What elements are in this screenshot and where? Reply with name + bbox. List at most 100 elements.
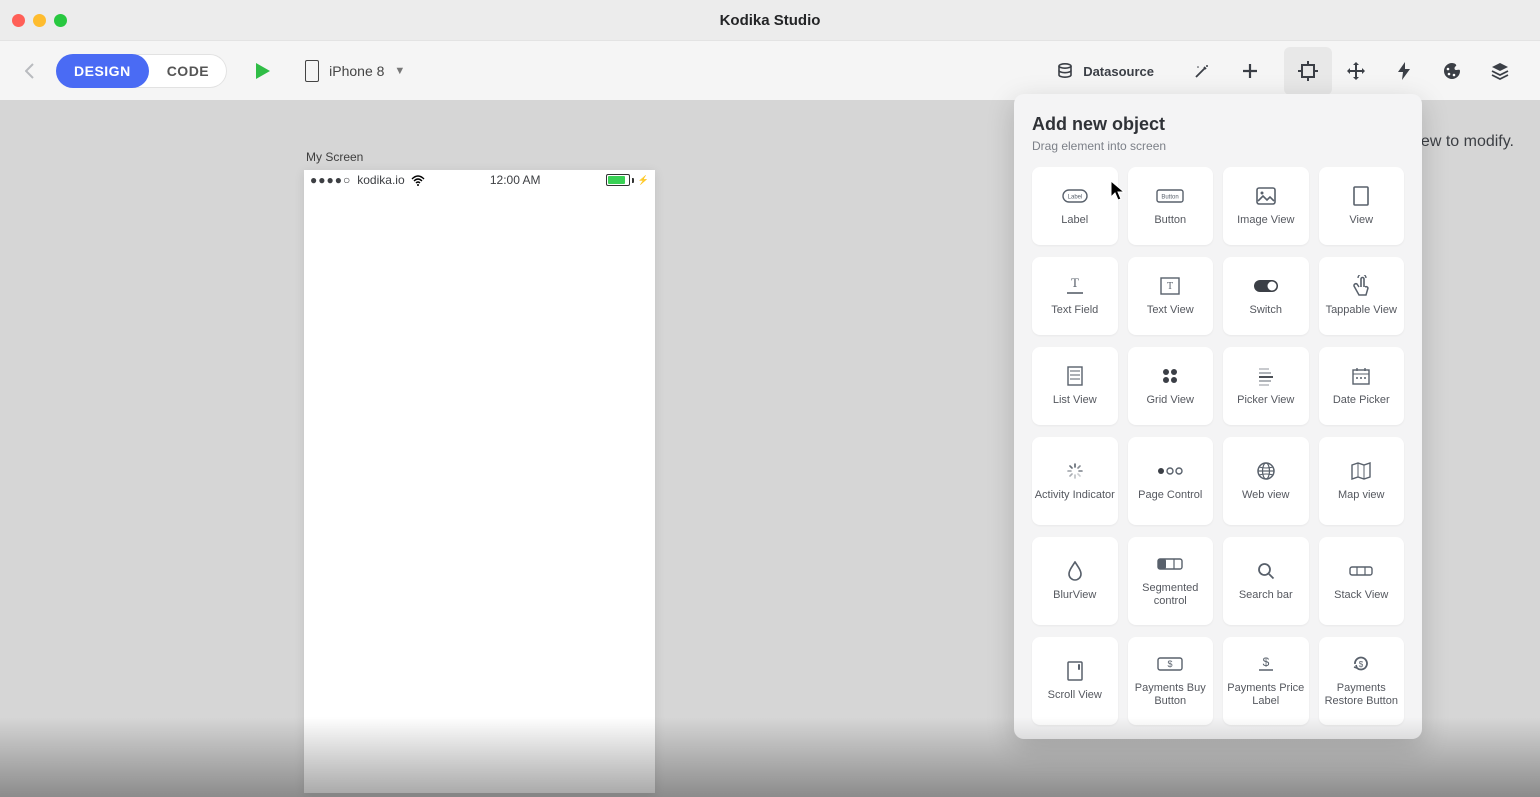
device-selector[interactable]: iPhone 8 ▼ [305, 60, 405, 82]
tab-code[interactable]: CODE [149, 54, 227, 88]
object-payments-buy-button[interactable]: $ Payments Buy Button [1128, 637, 1214, 725]
carrier-label: kodika.io [357, 173, 404, 187]
popover-subtitle: Drag element into screen [1032, 139, 1404, 153]
bolt-icon [1397, 61, 1411, 81]
object-payments-restore-button[interactable]: $ Payments Restore Button [1319, 637, 1405, 725]
tap-icon [1351, 276, 1371, 296]
window-close-button[interactable] [12, 14, 25, 27]
window-minimize-button[interactable] [33, 14, 46, 27]
calendar-icon [1352, 366, 1370, 386]
object-web-view[interactable]: Web view [1223, 437, 1309, 525]
battery-icon: ⚡ [606, 174, 649, 186]
wifi-icon [411, 175, 425, 186]
add-button[interactable] [1226, 47, 1274, 95]
object-grid-view[interactable]: Grid View [1128, 347, 1214, 425]
object-list-view[interactable]: List View [1032, 347, 1118, 425]
phone-icon [305, 60, 319, 82]
object-picker-view[interactable]: Picker View [1223, 347, 1309, 425]
object-text-view[interactable]: T Text View [1128, 257, 1214, 335]
grid-icon [1161, 366, 1179, 386]
object-payments-price-label[interactable]: $ Payments Price Label [1223, 637, 1309, 725]
restore-icon: $ [1351, 654, 1371, 674]
picker-icon [1257, 366, 1275, 386]
price-icon: $ [1257, 654, 1275, 674]
object-view[interactable]: View [1319, 167, 1405, 245]
view-icon [1353, 186, 1369, 206]
back-button[interactable] [16, 57, 44, 85]
spinner-icon [1066, 461, 1084, 481]
object-search-bar[interactable]: Search bar [1223, 537, 1309, 625]
device-statusbar: ●●●●○ kodika.io 12:00 AM ⚡ [304, 170, 655, 190]
blur-icon [1067, 561, 1083, 581]
window-zoom-button[interactable] [54, 14, 67, 27]
device-name: iPhone 8 [329, 63, 384, 79]
inspector-hint-text: ew to modify. [1421, 133, 1514, 151]
search-icon [1257, 561, 1275, 581]
add-object-panel-button[interactable] [1284, 47, 1332, 95]
segmented-icon [1157, 554, 1183, 574]
svg-text:$: $ [1262, 655, 1269, 669]
database-icon [1057, 63, 1073, 79]
svg-text:T: T [1071, 277, 1079, 290]
globe-icon [1256, 461, 1276, 481]
list-icon [1067, 366, 1083, 386]
object-tappable-view[interactable]: Tappable View [1319, 257, 1405, 335]
scroll-icon [1067, 661, 1083, 681]
object-segmented-control[interactable]: Segmented control [1128, 537, 1214, 625]
svg-text:Button: Button [1162, 194, 1179, 200]
layers-icon [1490, 61, 1510, 81]
object-button[interactable]: Button Button [1128, 167, 1214, 245]
tab-design[interactable]: DESIGN [56, 54, 149, 88]
object-blur-view[interactable]: BlurView [1032, 537, 1118, 625]
play-button[interactable] [255, 62, 271, 80]
device-preview: My Screen ●●●●○ kodika.io 12:00 AM ⚡ [304, 150, 655, 793]
main-toolbar: DESIGN CODE iPhone 8 ▼ Datasource [0, 41, 1540, 102]
app-title: Kodika Studio [0, 12, 1540, 29]
object-label[interactable]: Label Label [1032, 167, 1118, 245]
stack-icon [1349, 561, 1373, 581]
object-page-control[interactable]: Page Control [1128, 437, 1214, 525]
mode-toggle: DESIGN CODE [56, 54, 227, 88]
popover-title: Add new object [1032, 114, 1404, 135]
object-stack-view[interactable]: Stack View [1319, 537, 1405, 625]
object-text-field[interactable]: T Text Field [1032, 257, 1118, 335]
add-object-icon [1297, 60, 1319, 82]
mac-titlebar: Kodika Studio [0, 0, 1540, 41]
svg-text:$: $ [1359, 660, 1364, 669]
label-icon: Label [1062, 186, 1088, 206]
magic-wand-button[interactable] [1178, 47, 1226, 95]
bottom-fade [0, 717, 1540, 797]
map-icon [1351, 461, 1371, 481]
object-map-view[interactable]: Map view [1319, 437, 1405, 525]
object-switch[interactable]: Switch [1223, 257, 1309, 335]
layers-button[interactable] [1476, 47, 1524, 95]
screen-name-label: My Screen [304, 150, 655, 164]
actions-button[interactable] [1380, 47, 1428, 95]
plus-icon [1242, 63, 1258, 79]
device-frame[interactable]: ●●●●○ kodika.io 12:00 AM ⚡ [304, 170, 655, 793]
object-grid: Label Label Button Button Image View Vie… [1032, 167, 1404, 725]
object-activity-indicator[interactable]: Activity Indicator [1032, 437, 1118, 525]
object-image-view[interactable]: Image View [1223, 167, 1309, 245]
palette-icon [1442, 61, 1462, 81]
magic-wand-icon [1193, 62, 1211, 80]
chevron-down-icon: ▼ [394, 65, 405, 77]
object-date-picker[interactable]: Date Picker [1319, 347, 1405, 425]
svg-text:Label: Label [1067, 194, 1082, 200]
canvas[interactable]: My Screen ●●●●○ kodika.io 12:00 AM ⚡ ew … [0, 100, 1540, 797]
datasource-label: Datasource [1083, 64, 1154, 79]
datasource-button[interactable]: Datasource [1043, 47, 1168, 95]
pay-button-icon: $ [1157, 654, 1183, 674]
page-control-icon [1157, 461, 1183, 481]
button-icon: Button [1156, 186, 1184, 206]
move-tool-button[interactable] [1332, 47, 1380, 95]
svg-text:$: $ [1168, 659, 1173, 669]
add-object-popover: Add new object Drag element into screen … [1014, 94, 1422, 739]
theme-button[interactable] [1428, 47, 1476, 95]
move-icon [1346, 61, 1366, 81]
clock-label: 12:00 AM [490, 173, 541, 187]
signal-dots-icon: ●●●●○ [310, 173, 351, 187]
text-field-icon: T [1064, 276, 1086, 296]
switch-icon [1253, 276, 1279, 296]
object-scroll-view[interactable]: Scroll View [1032, 637, 1118, 725]
